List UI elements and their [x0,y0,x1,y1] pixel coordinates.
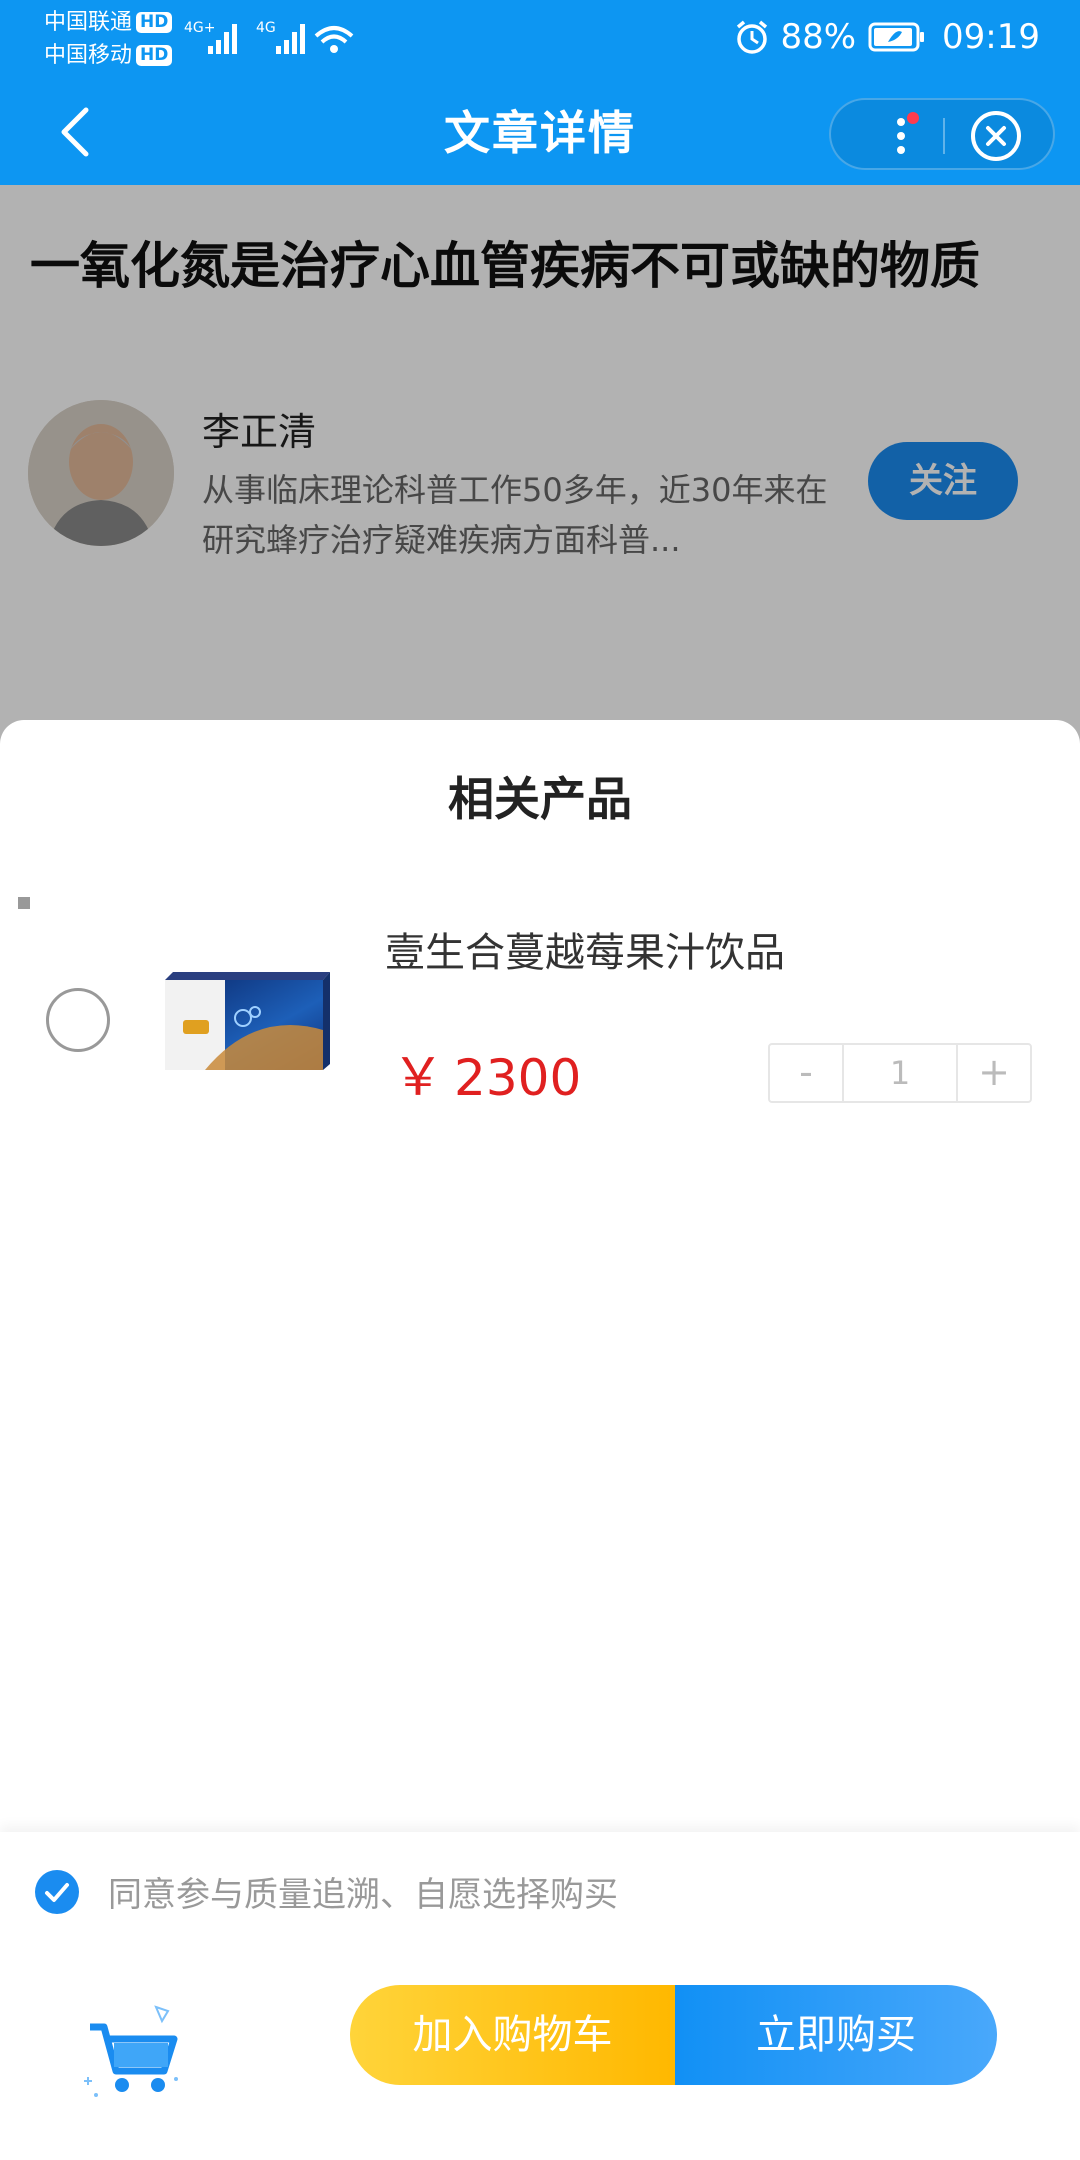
hd-badge-2: HD [136,45,173,66]
alarm-icon [737,20,768,54]
purchase-footer: 加入购物车 立即购买 [0,1957,1080,2160]
carrier-1: 中国联通 [44,10,133,35]
clock: 09:19 [942,17,1040,57]
carrier-info: 中国联通 HD 中国移动 HD [44,6,173,72]
status-bar: 中国联通 HD 中国移动 HD 4G+ 4G 88% 09:19 [0,0,1080,80]
product-select-radio[interactable] [46,988,110,1052]
product-image [165,972,330,1070]
modal-overlay[interactable] [0,185,1080,745]
agreement-text: 同意参与质量追溯、自愿选择购买 [108,1875,618,1915]
add-to-cart-button[interactable]: 加入购物车 [350,1985,675,2085]
product-price: ￥ 2300 [392,1045,581,1111]
battery-percent: 88% [780,17,857,57]
svg-text:4G+: 4G+ [184,20,216,36]
hd-badge-1: HD [136,12,173,33]
battery-icon [868,22,925,52]
more-vertical-icon[interactable] [889,112,919,160]
signal-icon: 4G+ 4G [184,20,354,54]
close-circle-icon[interactable] [969,109,1023,163]
decrease-button[interactable]: - [770,1045,842,1101]
top-bar: 中国联通 HD 中国移动 HD 4G+ 4G 88% 09:19 文章详情 [0,0,1080,185]
currency-symbol: ￥ [392,1048,445,1108]
carrier-2: 中国移动 [44,43,133,68]
agreement-bar: 同意参与质量追溯、自愿选择购买 [0,1832,1080,1957]
drag-indicator [18,897,30,909]
sheet-title: 相关产品 [448,772,632,826]
nav-bar: 文章详情 [0,80,1080,185]
increase-button[interactable]: + [958,1045,1030,1101]
buy-now-button[interactable]: 立即购买 [675,1985,997,2085]
svg-text:4G: 4G [256,20,276,36]
mini-program-capsule [829,98,1055,170]
product-name[interactable]: 壹生合蔓越莓果汁饮品 [385,925,785,981]
checkmark-icon [45,1883,69,1902]
price-value: 2300 [454,1049,582,1107]
quantity-input[interactable]: 1 [842,1045,958,1101]
capsule-divider [943,118,945,154]
quantity-stepper: - 1 + [768,1043,1032,1103]
status-right: 88% 09:19 [734,14,1040,60]
agree-checkbox[interactable] [35,1870,79,1914]
shopping-cart-icon[interactable] [76,1997,186,2107]
